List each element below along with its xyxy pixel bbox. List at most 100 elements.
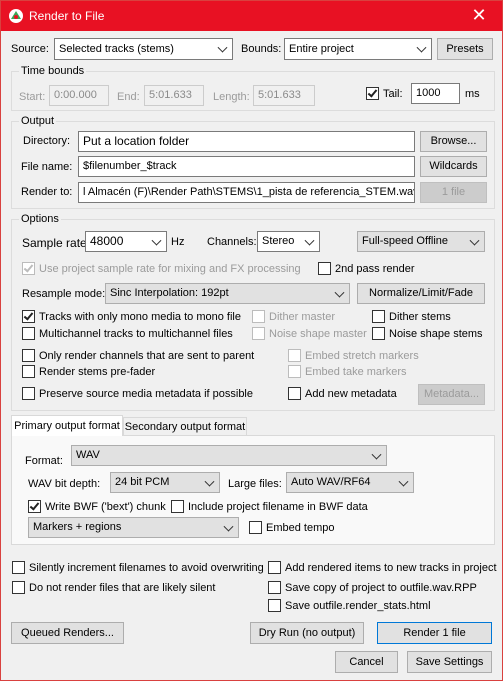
no-silent-label: Do not render files that are likely sile… <box>29 582 216 594</box>
noise-stems-checkbox[interactable] <box>372 327 385 340</box>
resample-value: Sinc Interpolation: 192pt <box>110 287 229 299</box>
check-icon <box>23 310 34 321</box>
chevron-down-icon <box>304 235 315 246</box>
sample-rate-combo[interactable]: 48000 <box>85 231 167 252</box>
embed-tempo-label: Embed tempo <box>266 522 335 534</box>
length-field[interactable]: 5:01.633 <box>253 85 315 106</box>
dither-stems-label: Dither stems <box>389 311 451 323</box>
resample-label: Resample mode: <box>22 288 106 300</box>
chevron-down-icon <box>398 476 409 487</box>
start-field[interactable]: 0:00.000 <box>49 85 109 106</box>
silent-increment-label: Silently increment filenames to avoid ov… <box>29 562 264 574</box>
save-stats-checkbox[interactable] <box>268 599 281 612</box>
bitdepth-select[interactable]: 24 bit PCM <box>110 472 220 493</box>
preserve-meta-label: Preserve source media metadata if possib… <box>39 388 253 400</box>
wildcards-button[interactable]: Wildcards <box>420 156 487 177</box>
chevron-down-icon <box>416 42 427 53</box>
embed-take-checkbox[interactable] <box>288 365 301 378</box>
bounds-select[interactable]: Entire project <box>284 38 432 60</box>
chevron-down-icon <box>469 235 480 246</box>
dither-stems-checkbox[interactable] <box>372 310 385 323</box>
reaper-logo-icon <box>9 9 23 23</box>
second-pass-checkbox[interactable] <box>318 262 331 275</box>
embed-take-label: Embed take markers <box>305 366 407 378</box>
title-bar: Render to File ✕ <box>1 1 502 31</box>
channels-select[interactable]: Stereo <box>257 231 320 252</box>
second-pass-label: 2nd pass render <box>335 263 415 275</box>
chevron-down-icon <box>204 476 215 487</box>
multichannel-checkbox[interactable] <box>22 327 35 340</box>
presets-button[interactable]: Presets <box>437 38 493 60</box>
check-icon <box>29 500 40 511</box>
only-parent-checkbox[interactable] <box>22 349 35 362</box>
tail-checkbox[interactable] <box>366 87 379 100</box>
close-icon[interactable]: ✕ <box>456 1 502 31</box>
window-title: Render to File <box>29 9 105 23</box>
sample-rate-unit: Hz <box>171 236 185 248</box>
format-select[interactable]: WAV <box>71 445 387 466</box>
tab-secondary-format[interactable]: Secondary output format <box>123 417 247 436</box>
largefiles-value: Auto WAV/RF64 <box>291 476 371 488</box>
tail-field[interactable]: 1000 <box>411 83 460 104</box>
length-label: Length: <box>213 91 250 103</box>
filename-field[interactable]: $filenumber_$track <box>78 156 415 177</box>
normalize-button[interactable]: Normalize/Limit/Fade <box>357 283 485 304</box>
largefiles-label: Large files: <box>228 478 282 490</box>
resample-select[interactable]: Sinc Interpolation: 192pt <box>105 283 350 304</box>
silent-increment-checkbox[interactable] <box>12 561 25 574</box>
metadata-button: Metadata... <box>418 384 485 405</box>
markers-value: Markers + regions <box>33 521 122 533</box>
queued-renders-button[interactable]: Queued Renders... <box>11 622 124 644</box>
channels-label: Channels: <box>207 236 257 248</box>
noise-master-label: Noise shape master <box>269 328 367 340</box>
sample-rate-label: Sample rate: <box>22 236 91 250</box>
source-label: Source: <box>11 43 49 55</box>
browse-button[interactable]: Browse... <box>420 131 487 152</box>
bitdepth-value: 24 bit PCM <box>115 476 170 488</box>
start-label: Start: <box>19 91 46 103</box>
save-settings-button[interactable]: Save Settings <box>407 651 492 673</box>
filename-label: File name: <box>21 161 73 173</box>
end-field[interactable]: 5:01.633 <box>144 85 204 106</box>
tab-primary-format[interactable]: Primary output format <box>11 415 123 436</box>
largefiles-select[interactable]: Auto WAV/RF64 <box>286 472 414 493</box>
use-project-rate-checkbox[interactable] <box>22 262 35 275</box>
embed-stretch-label: Embed stretch markers <box>305 350 419 362</box>
source-select[interactable]: Selected tracks (stems) <box>54 38 233 60</box>
bwf-chunk-checkbox[interactable] <box>28 500 41 513</box>
bounds-label: Bounds: <box>241 43 282 55</box>
render-button[interactable]: Render 1 file <box>377 622 492 644</box>
only-parent-label: Only render channels that are sent to pa… <box>39 350 255 362</box>
directory-label: Directory: <box>23 135 71 147</box>
save-copy-label: Save copy of project to outfile.wav.RPP <box>285 582 477 594</box>
embed-stretch-checkbox[interactable] <box>288 349 301 362</box>
markers-select[interactable]: Markers + regions <box>28 517 239 538</box>
render-speed-select[interactable]: Full-speed Offline <box>357 231 485 252</box>
check-icon <box>23 262 34 273</box>
mono-to-mono-checkbox[interactable] <box>22 310 35 323</box>
include-filename-checkbox[interactable] <box>171 500 184 513</box>
add-rendered-label: Add rendered items to new tracks in proj… <box>285 562 497 574</box>
include-filename-label: Include project filename in BWF data <box>188 501 368 513</box>
directory-field[interactable]: Put a location folder <box>78 131 415 152</box>
prefader-checkbox[interactable] <box>22 365 35 378</box>
add-rendered-checkbox[interactable] <box>268 561 281 574</box>
bwf-chunk-label: Write BWF ('bext') chunk <box>45 501 166 513</box>
noise-master-checkbox[interactable] <box>252 327 265 340</box>
cancel-button[interactable]: Cancel <box>335 651 398 673</box>
chevron-down-icon <box>371 449 382 460</box>
render-speed-value: Full-speed Offline <box>362 235 449 247</box>
dry-run-button[interactable]: Dry Run (no output) <box>250 622 364 644</box>
save-copy-checkbox[interactable] <box>268 581 281 594</box>
embed-tempo-checkbox[interactable] <box>249 521 262 534</box>
prefader-label: Render stems pre-fader <box>39 366 156 378</box>
add-meta-checkbox[interactable] <box>288 387 301 400</box>
sample-rate-value: 48000 <box>90 234 124 248</box>
no-silent-checkbox[interactable] <box>12 581 25 594</box>
chevron-down-icon <box>223 521 234 532</box>
time-bounds-title: Time bounds <box>19 65 87 77</box>
add-meta-label: Add new metadata <box>305 388 397 400</box>
preserve-meta-checkbox[interactable] <box>22 387 35 400</box>
dither-master-checkbox[interactable] <box>252 310 265 323</box>
check-icon <box>367 87 378 98</box>
